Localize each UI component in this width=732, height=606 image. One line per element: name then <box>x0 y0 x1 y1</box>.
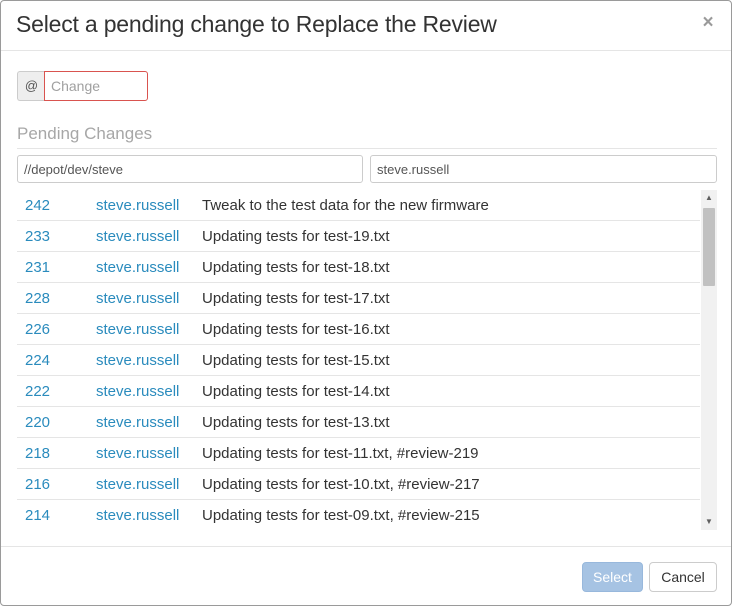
change-row[interactable]: 226 steve.russell Updating tests for test-… <box>17 314 700 345</box>
change-number-input[interactable] <box>44 71 148 101</box>
change-user-link[interactable]: steve.russell <box>96 190 179 221</box>
select-button[interactable]: Select <box>582 562 643 592</box>
change-user-link[interactable]: steve.russell <box>96 376 179 407</box>
dialog-title: Select a pending change to Replace the R… <box>16 11 497 37</box>
change-description: Updating tests for test-16.txt <box>202 321 390 338</box>
change-description: Updating tests for test-14.txt <box>202 383 390 400</box>
change-description: Updating tests for test-10.txt, #review-… <box>202 476 480 493</box>
change-user-link[interactable]: steve.russell <box>96 407 179 438</box>
change-user-link[interactable]: steve.russell <box>96 283 179 314</box>
change-user-link[interactable]: steve.russell <box>96 221 179 252</box>
change-row[interactable]: 228 steve.russell Updating tests for test-… <box>17 283 700 314</box>
change-id-link[interactable]: 224 <box>25 345 50 376</box>
scrollbar-thumb[interactable] <box>703 208 715 286</box>
change-row[interactable]: 231 steve.russell Updating tests for test-… <box>17 252 700 283</box>
path-filter-input[interactable] <box>17 155 363 183</box>
close-icon[interactable]: × <box>700 13 716 33</box>
change-row[interactable]: 220 steve.russell Updating tests for test-… <box>17 407 700 438</box>
change-id-link[interactable]: 226 <box>25 314 50 345</box>
change-id-link[interactable]: 242 <box>25 190 50 221</box>
dialog-footer: Select Cancel <box>1 546 731 606</box>
change-row[interactable]: 214 steve.russell Updating tests for test-… <box>17 500 700 530</box>
change-description: Updating tests for test-13.txt <box>202 414 390 431</box>
change-id-link[interactable]: 233 <box>25 221 50 252</box>
pending-changes-heading: Pending Changes <box>17 124 717 149</box>
change-row[interactable]: 242 steve.russell Tweak to the test data f… <box>17 190 700 221</box>
change-rows: 242 steve.russell Tweak to the test data f… <box>17 190 700 530</box>
change-user-link[interactable]: steve.russell <box>96 438 179 469</box>
replace-review-dialog: Select a pending change to Replace the R… <box>0 0 732 606</box>
list-scrollbar[interactable]: ▲ ▼ <box>701 190 717 530</box>
change-description: Updating tests for test-09.txt, #review-… <box>202 507 480 524</box>
change-description: Updating tests for test-19.txt <box>202 228 390 245</box>
change-id-link[interactable]: 216 <box>25 469 50 500</box>
dialog-header: Select a pending change to Replace the R… <box>1 1 731 51</box>
change-user-link[interactable]: steve.russell <box>96 252 179 283</box>
change-row[interactable]: 216 steve.russell Updating tests for test-… <box>17 469 700 500</box>
change-id-link[interactable]: 222 <box>25 376 50 407</box>
change-user-link[interactable]: steve.russell <box>96 500 179 530</box>
change-id-link[interactable]: 214 <box>25 500 50 530</box>
change-id-link[interactable]: 228 <box>25 283 50 314</box>
change-description: Updating tests for test-18.txt <box>202 259 390 276</box>
pending-changes-list: 242 steve.russell Tweak to the test data f… <box>17 190 717 530</box>
cancel-button[interactable]: Cancel <box>649 562 717 592</box>
scroll-down-arrow-icon[interactable]: ▼ <box>701 514 717 530</box>
change-id-link[interactable]: 231 <box>25 252 50 283</box>
change-row[interactable]: 218 steve.russell Updating tests for test-… <box>17 438 700 469</box>
change-description: Updating tests for test-15.txt <box>202 352 390 369</box>
change-row[interactable]: 233 steve.russell Updating tests for test-… <box>17 221 700 252</box>
change-row[interactable]: 222 steve.russell Updating tests for test-… <box>17 376 700 407</box>
user-filter-input[interactable] <box>370 155 717 183</box>
change-id-link[interactable]: 220 <box>25 407 50 438</box>
change-user-link[interactable]: steve.russell <box>96 469 179 500</box>
change-description: Tweak to the test data for the new firmw… <box>202 197 489 214</box>
at-sign-addon: @ <box>17 71 45 101</box>
change-description: Updating tests for test-17.txt <box>202 290 390 307</box>
change-id-link[interactable]: 218 <box>25 438 50 469</box>
change-user-link[interactable]: steve.russell <box>96 345 179 376</box>
change-description: Updating tests for test-11.txt, #review-… <box>202 445 479 462</box>
scroll-up-arrow-icon[interactable]: ▲ <box>701 190 717 206</box>
change-row[interactable]: 224 steve.russell Updating tests for test-… <box>17 345 700 376</box>
change-user-link[interactable]: steve.russell <box>96 314 179 345</box>
